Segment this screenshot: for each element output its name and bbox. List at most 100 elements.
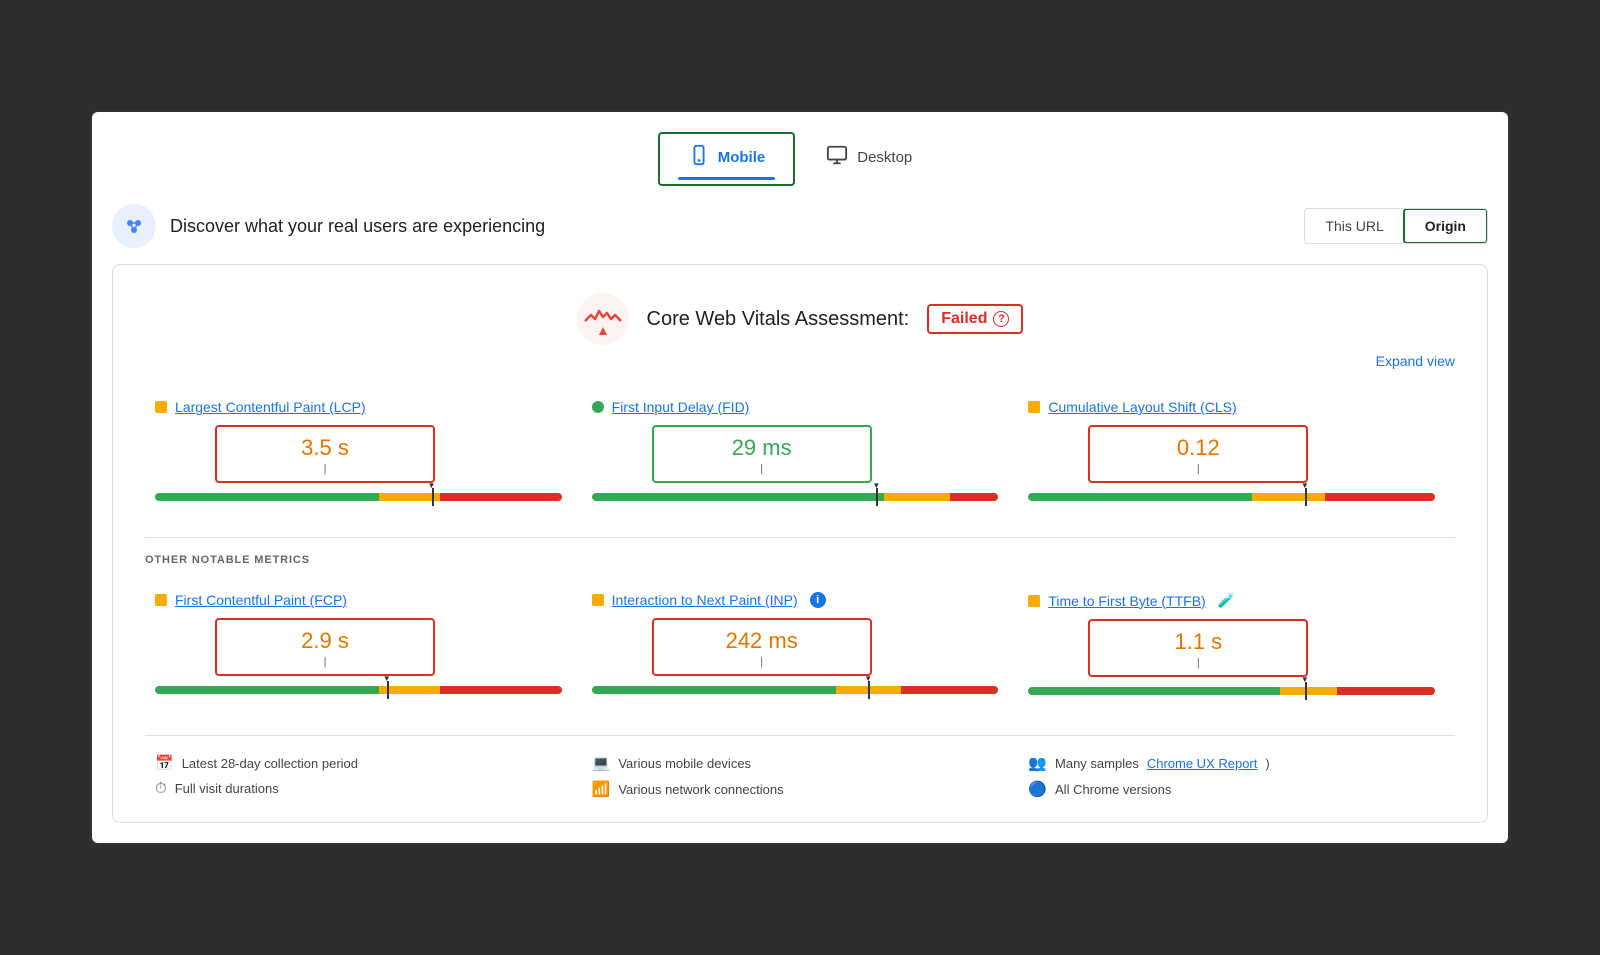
other-metrics-label: OTHER NOTABLE METRICS xyxy=(145,554,1455,566)
timer-icon: ⏱ xyxy=(155,780,167,797)
metric-dot-inp xyxy=(592,594,604,606)
vitals-icon xyxy=(577,293,629,345)
metric-label-link-cls[interactable]: Cumulative Layout Shift (CLS) xyxy=(1048,399,1236,415)
bar-track-lcp xyxy=(155,493,562,501)
metric-value-box-lcp: 3.5 s | xyxy=(215,425,435,483)
devices-icon: 💻 xyxy=(592,754,611,772)
wifi-icon: 📶 xyxy=(592,780,611,798)
bar-pin-lcp xyxy=(432,488,434,506)
info-icon-inp[interactable]: i xyxy=(810,592,826,608)
metric-col-inp: Interaction to Next Paint (INP) i 242 ms | xyxy=(582,582,1019,711)
calendar-icon: 📅 xyxy=(155,754,174,772)
footer-row: 📅 Latest 28-day collection period ⏱ Full… xyxy=(145,735,1455,798)
crux-link[interactable]: Chrome UX Report xyxy=(1147,756,1258,771)
metric-value-box-fid: 29 ms | xyxy=(652,425,872,483)
core-metrics-grid: Largest Contentful Paint (LCP)3.5 s|Firs… xyxy=(145,389,1455,517)
bar-red-inp xyxy=(901,686,999,694)
bar-pin-cls xyxy=(1305,488,1307,506)
tab-desktop[interactable]: Desktop xyxy=(795,132,942,186)
tab-bar: Mobile Desktop xyxy=(112,132,1488,186)
footer-col-3: 👥 Many samples Chrome UX Report ) 🔵 All … xyxy=(1018,754,1455,798)
metric-label-row-cls: Cumulative Layout Shift (CLS) xyxy=(1028,399,1435,415)
metric-value-fid: 29 ms xyxy=(654,435,870,461)
metric-value-cls: 0.12 xyxy=(1090,435,1306,461)
expand-view-button[interactable]: Expand view xyxy=(145,353,1455,369)
metric-value-lcp: 3.5 s xyxy=(217,435,433,461)
bar-red-cls xyxy=(1325,493,1435,501)
footer-item-devices: 💻 Various mobile devices xyxy=(592,754,1009,772)
metric-label-row-fcp: First Contentful Paint (FCP) xyxy=(155,592,562,608)
metric-pin-label-cls: | xyxy=(1090,463,1306,475)
header-left: Discover what your real users are experi… xyxy=(112,204,545,248)
vitals-header: Core Web Vitals Assessment: Failed ? xyxy=(145,293,1455,345)
metric-pin-label-fid: | xyxy=(654,463,870,475)
metric-value-box-cls: 0.12 | xyxy=(1088,425,1308,483)
footer-col-2: 💻 Various mobile devices 📶 Various netwo… xyxy=(582,754,1019,798)
metric-label-link-lcp[interactable]: Largest Contentful Paint (LCP) xyxy=(175,399,366,415)
metric-dot-fcp xyxy=(155,594,167,606)
footer-item-visit: ⏱ Full visit durations xyxy=(155,780,572,797)
section-divider xyxy=(145,537,1455,538)
metric-value-box-fcp: 2.9 s | xyxy=(215,618,435,676)
metric-col-fid: First Input Delay (FID) 29 ms | xyxy=(582,389,1019,517)
footer-col-1: 📅 Latest 28-day collection period ⏱ Full… xyxy=(145,754,582,798)
metric-label-row-lcp: Largest Contentful Paint (LCP) xyxy=(155,399,562,415)
metric-value-box-ttfb: 1.1 s | xyxy=(1088,619,1308,677)
bar-green-lcp xyxy=(155,493,379,501)
bar-track-ttfb xyxy=(1028,687,1435,695)
people-icon: 👥 xyxy=(1028,754,1047,772)
footer-item-collection: 📅 Latest 28-day collection period xyxy=(155,754,572,772)
this-url-button[interactable]: This URL xyxy=(1305,210,1403,242)
metric-value-inp: 242 ms xyxy=(654,628,870,654)
failed-label: Failed xyxy=(941,310,987,328)
footer-item-chrome: 🔵 All Chrome versions xyxy=(1028,780,1445,798)
footer-item-samples: 👥 Many samples Chrome UX Report ) xyxy=(1028,754,1445,772)
metric-pin-label-ttfb: | xyxy=(1090,657,1306,669)
metric-label-row-ttfb: Time to First Byte (TTFB) 🧪 xyxy=(1028,592,1435,609)
metric-dot-ttfb xyxy=(1028,595,1040,607)
tab-mobile[interactable]: Mobile xyxy=(658,132,796,186)
bar-track-inp xyxy=(592,686,999,694)
bar-green-inp xyxy=(592,686,836,694)
question-icon[interactable]: ? xyxy=(993,311,1009,327)
footer-item-network: 📶 Various network connections xyxy=(592,780,1009,798)
origin-button[interactable]: Origin xyxy=(1403,208,1488,244)
metric-value-ttfb: 1.1 s xyxy=(1090,629,1306,655)
bar-track-fcp xyxy=(155,686,562,694)
flask-icon-ttfb: 🧪 xyxy=(1218,592,1235,609)
metric-pin-label-fcp: | xyxy=(217,656,433,668)
main-container: Mobile Desktop xyxy=(90,110,1510,845)
bar-red-fid xyxy=(950,493,999,501)
bar-track-fid xyxy=(592,493,999,501)
bar-red-lcp xyxy=(440,493,562,501)
bar-orange-ttfb xyxy=(1280,687,1337,695)
metric-label-link-fcp[interactable]: First Contentful Paint (FCP) xyxy=(175,592,347,608)
metric-label-row-fid: First Input Delay (FID) xyxy=(592,399,999,415)
failed-badge: Failed ? xyxy=(927,304,1023,334)
header-title: Discover what your real users are experi… xyxy=(170,216,545,237)
desktop-icon xyxy=(825,144,849,170)
bar-red-ttfb xyxy=(1337,687,1435,695)
chrome-icon: 🔵 xyxy=(1028,780,1047,798)
url-toggle: This URL Origin xyxy=(1304,208,1488,244)
metric-pin-label-inp: | xyxy=(654,656,870,668)
header-row: Discover what your real users are experi… xyxy=(112,204,1488,248)
metric-pin-label-lcp: | xyxy=(217,463,433,475)
bar-track-cls xyxy=(1028,493,1435,501)
bar-green-fid xyxy=(592,493,885,501)
crux-avatar xyxy=(112,204,156,248)
metric-label-link-ttfb[interactable]: Time to First Byte (TTFB) xyxy=(1048,593,1205,609)
metric-col-fcp: First Contentful Paint (FCP) 2.9 s | xyxy=(145,582,582,711)
metric-label-link-fid[interactable]: First Input Delay (FID) xyxy=(612,399,750,415)
metric-value-fcp: 2.9 s xyxy=(217,628,433,654)
bar-pin-ttfb xyxy=(1305,682,1307,700)
bar-red-fcp xyxy=(440,686,562,694)
metric-dot-cls xyxy=(1028,401,1040,413)
tab-mobile-label: Mobile xyxy=(718,149,766,166)
metric-label-link-inp[interactable]: Interaction to Next Paint (INP) xyxy=(612,592,798,608)
metric-col-lcp: Largest Contentful Paint (LCP) 3.5 s | xyxy=(145,389,582,517)
metric-value-box-inp: 242 ms | xyxy=(652,618,872,676)
metric-col-cls: Cumulative Layout Shift (CLS) 0.12 | xyxy=(1018,389,1455,517)
bar-pin-fcp xyxy=(387,681,389,699)
other-metrics-grid: First Contentful Paint (FCP)2.9 s|Intera… xyxy=(145,582,1455,711)
